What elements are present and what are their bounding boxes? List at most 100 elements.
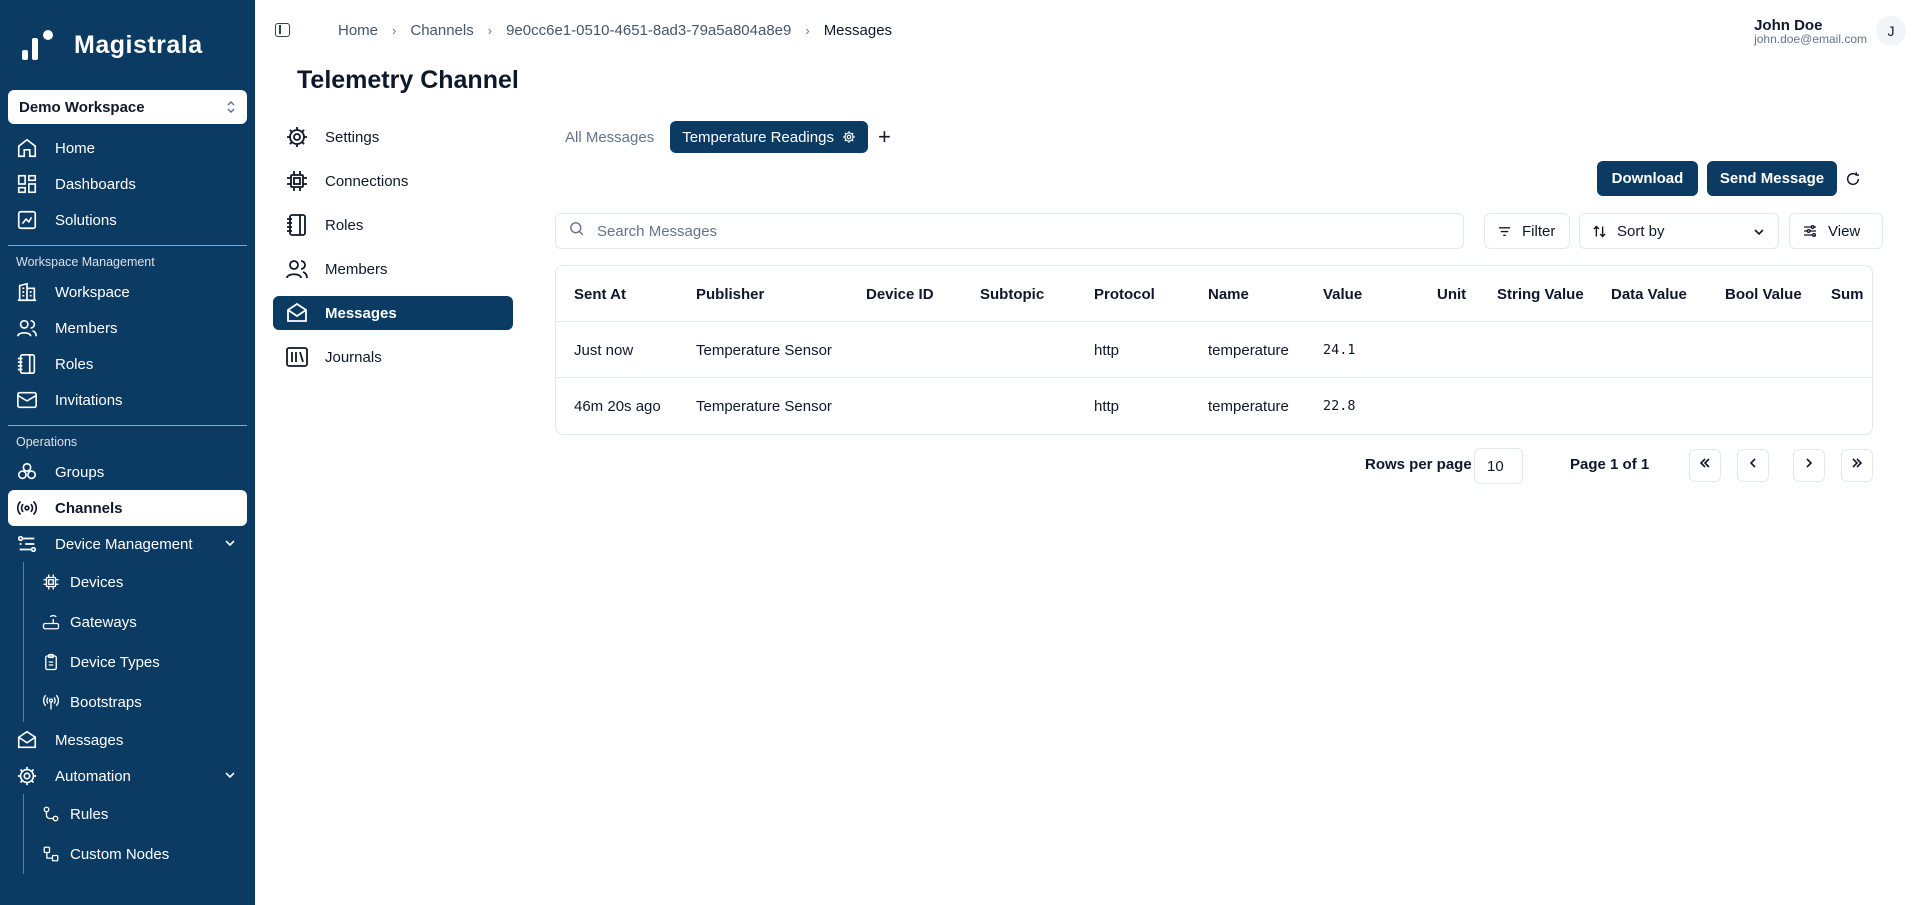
add-tab-button[interactable]: + <box>878 126 891 148</box>
sidebar-item-home[interactable]: Home <box>8 130 247 166</box>
column-header[interactable]: Data Value <box>1611 266 1687 322</box>
cell-protocol: http <box>1094 341 1120 359</box>
sidebar-item-label: Rules <box>70 805 109 823</box>
column-header[interactable]: Value <box>1323 266 1362 322</box>
column-header[interactable]: Sent At <box>574 266 626 322</box>
channel-menu-journals[interactable]: Journals <box>273 340 513 374</box>
cell-publisher: Temperature Sensor <box>696 341 832 359</box>
tab-all-messages[interactable]: All Messages <box>553 121 666 153</box>
sort-by-select[interactable]: Sort by <box>1579 213 1779 249</box>
messages-table: Sent At Publisher Device ID Subtopic Pro… <box>555 265 1873 435</box>
user-email: john.doe@email.com <box>1754 32 1867 46</box>
channel-menu-label: Members <box>325 260 388 278</box>
sidebar-item-invitations[interactable]: Invitations <box>8 382 247 418</box>
column-header[interactable]: Sum <box>1831 266 1864 322</box>
sidebar-item-gateways[interactable]: Gateways <box>32 602 247 642</box>
sidebar-item-channels[interactable]: Channels <box>8 490 247 526</box>
column-header[interactable]: Publisher <box>696 266 764 322</box>
filter-button[interactable]: Filter <box>1484 213 1570 249</box>
breadcrumb-channel-id[interactable]: 9e0cc6e1-0510-4651-8ad3-79a5a804a8e9 <box>506 22 791 39</box>
signal-icon <box>42 693 60 711</box>
sidebar-item-groups[interactable]: Groups <box>8 454 247 490</box>
mail-icon <box>16 389 38 411</box>
channel-menu-roles[interactable]: Roles <box>273 208 513 242</box>
home-icon <box>16 137 38 159</box>
chevron-down-icon[interactable] <box>223 768 237 786</box>
chevron-down-icon[interactable] <box>223 536 237 554</box>
sidebar-item-label: Solutions <box>55 211 117 229</box>
sidebar-item-solutions[interactable]: Solutions <box>8 202 247 238</box>
search-input[interactable] <box>597 222 1397 240</box>
previous-page-button[interactable] <box>1737 449 1769 482</box>
next-page-button[interactable] <box>1793 449 1825 482</box>
brand[interactable]: Magistrala <box>0 0 255 90</box>
sidebar-item-device-types[interactable]: Device Types <box>32 642 247 682</box>
building-icon <box>16 281 38 303</box>
breadcrumb-home[interactable]: Home <box>338 22 378 39</box>
column-header[interactable]: Bool Value <box>1725 266 1802 322</box>
users-icon <box>285 257 309 281</box>
device-management-submenu: Devices Gateways Device Types Bootstraps <box>23 562 255 722</box>
sidebar-item-dashboards[interactable]: Dashboards <box>8 166 247 202</box>
channel-menu-messages[interactable]: Messages <box>273 296 513 330</box>
channel-menu-members[interactable]: Members <box>273 252 513 286</box>
first-page-button[interactable] <box>1689 449 1721 482</box>
chevron-right-icon: › <box>805 23 810 38</box>
search-icon <box>568 220 585 242</box>
channel-menu-label: Journals <box>325 348 382 366</box>
send-message-button[interactable]: Send Message <box>1707 161 1837 196</box>
chevrons-up-down-icon <box>226 100 236 115</box>
sidebar-item-roles[interactable]: Roles <box>8 346 247 382</box>
refresh-icon[interactable] <box>1843 169 1863 189</box>
mail-open-icon <box>16 729 38 751</box>
sidebar-item-label: Invitations <box>55 391 123 409</box>
gear-icon[interactable] <box>842 130 856 144</box>
tab-temperature-readings[interactable]: Temperature Readings <box>670 121 868 153</box>
download-button[interactable]: Download <box>1597 161 1698 196</box>
sidebar-item-devices[interactable]: Devices <box>32 562 247 602</box>
breadcrumb-current: Messages <box>823 22 893 39</box>
chip-icon <box>285 169 309 193</box>
avatar[interactable]: J <box>1876 16 1906 46</box>
user-info[interactable]: John Doe john.doe@email.com <box>1754 18 1867 46</box>
breadcrumb-channels[interactable]: Channels <box>410 22 473 39</box>
column-header[interactable]: Unit <box>1437 266 1466 322</box>
workspace-select[interactable]: Demo Workspace <box>8 90 247 124</box>
column-header[interactable]: Protocol <box>1094 266 1155 322</box>
sidebar-item-custom-nodes[interactable]: Custom Nodes <box>32 834 247 874</box>
column-header[interactable]: Name <box>1208 266 1249 322</box>
sidebar-item-automation[interactable]: Automation <box>8 758 247 794</box>
cell-sent-at: Just now <box>574 341 634 359</box>
sidebar-item-rules[interactable]: Rules <box>32 794 247 834</box>
column-header[interactable]: Device ID <box>866 266 934 322</box>
channel-menu-connections[interactable]: Connections <box>273 164 513 198</box>
notebook-icon <box>16 353 38 375</box>
library-icon <box>285 345 309 369</box>
column-header[interactable]: String Value <box>1497 266 1584 322</box>
chevron-down-icon <box>1752 225 1766 243</box>
table-row[interactable]: 46m 20s ago Temperature Sensor http temp… <box>556 378 1872 434</box>
message-tabs: All Messages Temperature Readings + <box>553 121 891 153</box>
solutions-icon <box>16 209 38 231</box>
table-row[interactable]: Just now Temperature Sensor http tempera… <box>556 322 1872 378</box>
breadcrumb: Home › Channels › 9e0cc6e1-0510-4651-8ad… <box>338 22 892 39</box>
sidebar-item-bootstraps[interactable]: Bootstraps <box>32 682 247 722</box>
sidebar-lower-nav: Messages Automation <box>0 722 255 794</box>
sidebar-item-members[interactable]: Members <box>8 310 247 346</box>
clipboard-icon <box>42 653 60 671</box>
sidebar-toggle-icon[interactable] <box>275 23 290 37</box>
channel-menu-settings[interactable]: Settings <box>273 120 513 154</box>
cell-value: 22.8 <box>1323 398 1356 414</box>
channel-menu: Settings Connections Roles Members Messa… <box>273 120 513 384</box>
sidebar-item-messages[interactable]: Messages <box>8 722 247 758</box>
sidebar-item-label: Groups <box>55 463 105 481</box>
sidebar-item-device-management[interactable]: Device Management <box>8 526 247 562</box>
sidebar-item-workspace[interactable]: Workspace <box>8 274 247 310</box>
column-header[interactable]: Subtopic <box>980 266 1044 322</box>
view-button[interactable]: View <box>1789 213 1883 249</box>
sidebar-item-label: Workspace <box>55 283 130 301</box>
rows-per-page-select[interactable]: 10 <box>1474 448 1523 484</box>
last-page-button[interactable] <box>1841 449 1873 482</box>
cell-publisher: Temperature Sensor <box>696 397 832 415</box>
magistrala-logo <box>22 30 60 60</box>
